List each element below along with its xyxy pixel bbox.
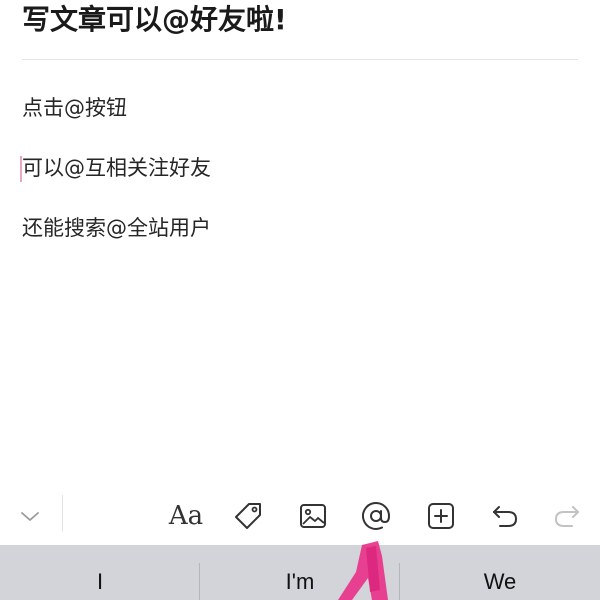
article-title[interactable]: 写文章可以@好友啦! — [22, 0, 287, 40]
paragraph-3[interactable]: 还能搜索@全站用户 — [22, 213, 211, 243]
paragraph-2[interactable]: 可以@互相关注好友 — [22, 153, 211, 183]
insert-image-button[interactable] — [293, 496, 333, 536]
text-caret — [20, 156, 22, 182]
at-mention-icon — [362, 501, 391, 530]
font-format-button[interactable]: Aa — [166, 496, 206, 536]
tag-icon — [235, 503, 261, 529]
keyboard-suggestion-bar: I I'm We — [0, 545, 600, 600]
undo-icon — [493, 506, 518, 527]
collapse-keyboard-button[interactable] — [10, 496, 50, 536]
toolbar-separator — [62, 495, 63, 531]
undo-button[interactable] — [485, 496, 525, 536]
add-box-icon — [428, 503, 454, 529]
chevron-down-icon — [21, 512, 39, 521]
font-format-icon: Aa — [169, 503, 203, 529]
add-block-button[interactable] — [421, 496, 461, 536]
title-divider — [22, 59, 578, 60]
tag-button[interactable] — [228, 496, 268, 536]
image-icon — [300, 504, 326, 528]
mention-button[interactable] — [356, 496, 396, 536]
suggestion-3[interactable]: We — [400, 545, 600, 600]
redo-icon — [554, 506, 579, 527]
suggestion-2[interactable]: I'm — [200, 545, 400, 600]
font-format-label: Aa — [168, 501, 204, 531]
paragraph-1[interactable]: 点击@按钮 — [22, 93, 127, 123]
editor-screen: 写文章可以@好友啦! 点击@按钮 可以@互相关注好友 还能搜索@全站用户 Aa — [0, 0, 600, 600]
editor-toolbar: Aa — [0, 490, 600, 540]
suggestion-1[interactable]: I — [0, 545, 200, 600]
redo-button[interactable] — [547, 496, 587, 536]
